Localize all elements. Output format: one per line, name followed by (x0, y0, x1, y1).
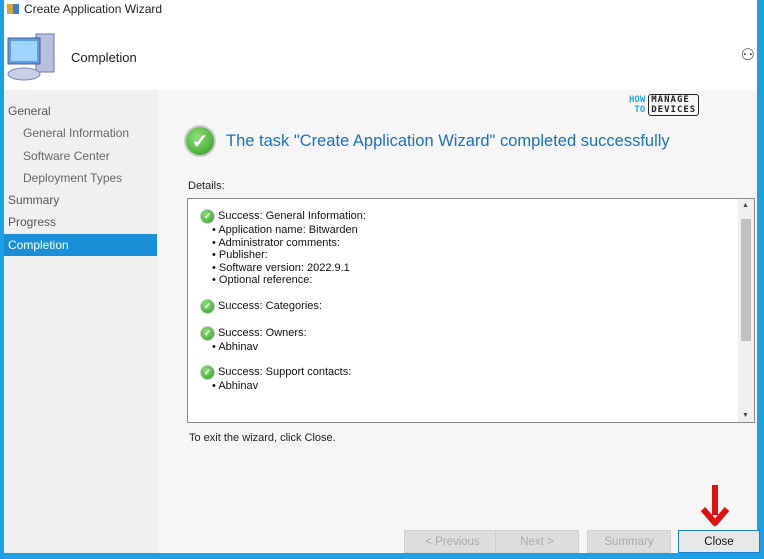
next-button[interactable]: Next > (495, 530, 579, 553)
scrollbar-thumb[interactable] (741, 219, 751, 341)
app-icon (7, 4, 19, 14)
detail-item: Abhinav (200, 380, 754, 393)
scroll-down-icon[interactable]: ▼ (742, 412, 749, 419)
detail-section: ✓Success: Support contacts:Abhinav (200, 365, 754, 393)
section-heading: Success: General Information: (218, 210, 366, 223)
close-button[interactable]: Close (678, 530, 760, 553)
success-check-icon: ✓ (200, 298, 215, 314)
detail-item: Software version: 2022.9.1 (200, 262, 754, 275)
nav-software-center: Software Center (23, 148, 110, 163)
detail-item: Administrator comments: (200, 237, 754, 250)
wizard-nav: General General Information Software Cen… (4, 90, 157, 553)
detail-item: Application name: Bitwarden (200, 224, 754, 237)
nav-deployment-types: Deployment Types (23, 170, 123, 185)
detail-item: Optional reference: (200, 274, 754, 287)
details-scrollbar[interactable]: ▲ ▼ (738, 199, 754, 422)
nav-progress: Progress (8, 215, 57, 230)
nav-general-information: General Information (23, 126, 130, 141)
computer-icon (7, 33, 55, 81)
success-check-icon: ✓ (200, 325, 215, 341)
section-heading: Success: Categories: (218, 299, 322, 312)
status-banner: ✓ The task "Create Application Wizard" co… (184, 125, 670, 157)
success-check-icon: ✓ (184, 125, 216, 157)
wizard-header: Completion ⚇ (4, 20, 757, 90)
exit-instructions: To exit the wizard, click Close. (189, 432, 336, 444)
main-panel: HOW TO MANAGE DEVICES ✓ The task "Create App… (159, 90, 760, 553)
section-heading: Success: Owners: (218, 326, 307, 339)
title-bar: Create Application Wizard (4, 0, 757, 20)
scroll-up-icon[interactable]: ▲ (742, 202, 749, 209)
nav-summary: Summary (8, 193, 60, 208)
detail-section: ✓Success: General Information:Applicatio… (200, 209, 754, 287)
detail-section: ✓ Success: Categories: (200, 298, 754, 314)
nav-general: General (8, 104, 51, 118)
window-title: Create Application Wizard (24, 2, 163, 16)
nav-completion: Completion (4, 233, 157, 257)
success-check-icon: ✓ (200, 365, 215, 380)
wizard-window: Create Application Wizard Completion ⚇ G… (4, 0, 760, 553)
user-icon: ⚇ (740, 47, 755, 64)
how-to-manage-devices-logo: HOW TO MANAGE DEVICES (629, 90, 714, 120)
previous-button[interactable]: < Previous (404, 530, 501, 553)
status-message: The task "Create Application Wizard" com… (226, 131, 670, 150)
red-arrow-icon (700, 485, 730, 526)
details-box[interactable]: ✓Success: General Information:Applicatio… (187, 198, 755, 423)
summary-button[interactable]: Summary (587, 530, 671, 553)
section-heading: Success: Support contacts: (218, 366, 352, 379)
detail-item: Publisher: (200, 249, 754, 262)
page-title: Completion (71, 50, 137, 65)
detail-item: Abhinav (200, 341, 754, 354)
detail-section: ✓Success: Owners: Abhinav (200, 325, 754, 354)
success-check-icon: ✓ (200, 209, 215, 224)
details-label: Details: (188, 180, 225, 192)
